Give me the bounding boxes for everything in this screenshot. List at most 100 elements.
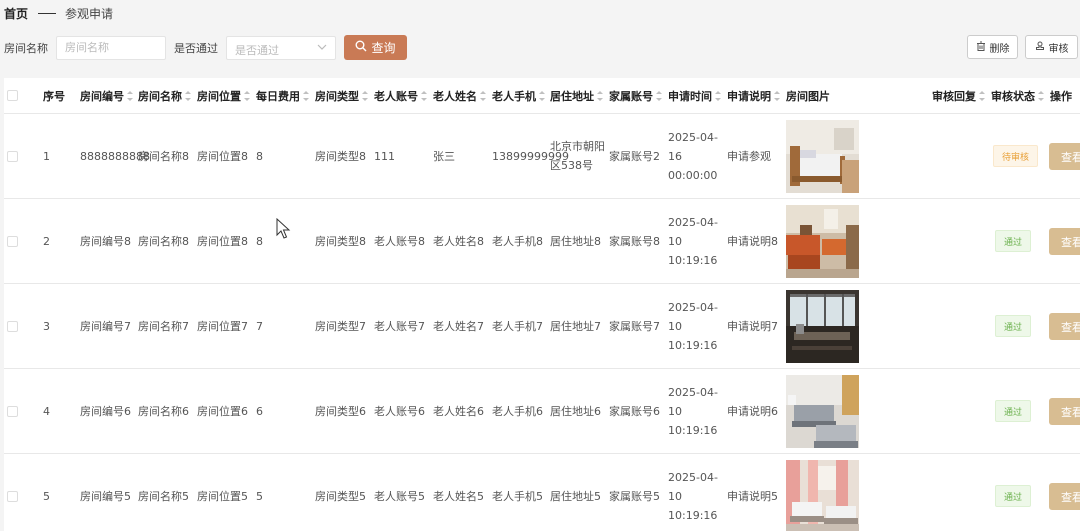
- table-row[interactable]: 1 8888888888 房间名称8 房间位置8 8 房间类型8 111 张三 13899999…: [4, 114, 1080, 199]
- sort-icon[interactable]: [715, 90, 721, 101]
- cell-audit-reply: [932, 114, 988, 198]
- search-bar: 房间名称 是否通过 是否通过 查询: [4, 35, 407, 60]
- sort-icon[interactable]: [127, 90, 133, 101]
- header-room-location[interactable]: 房间位置: [197, 78, 250, 113]
- view-button[interactable]: 查看: [1049, 228, 1080, 255]
- sort-icon[interactable]: [774, 90, 780, 101]
- cell-family-account: 家属账号5: [609, 490, 660, 503]
- room-photo[interactable]: [786, 374, 859, 448]
- pass-select-placeholder: 是否通过: [235, 43, 279, 57]
- room-photo[interactable]: [786, 459, 859, 531]
- cell-elder-account: 111: [374, 149, 395, 163]
- row-checkbox[interactable]: [7, 150, 18, 162]
- cell-audit-status: 通过: [995, 199, 1032, 283]
- cell-apply-note: 申请说明5: [727, 490, 778, 503]
- cell-daily-fee: 7: [256, 319, 263, 333]
- sort-icon[interactable]: [656, 90, 662, 101]
- cell-apply-note: 申请参观: [727, 150, 771, 163]
- cell-room-no: 房间编号5: [80, 489, 131, 503]
- search-icon: [355, 40, 371, 55]
- cell-room-location: 房间位置8: [197, 150, 248, 163]
- room-name-input[interactable]: [56, 35, 166, 60]
- sort-icon[interactable]: [421, 90, 427, 101]
- cell-room-type: 房间类型6: [315, 405, 366, 418]
- header-room-type[interactable]: 房间类型: [315, 78, 368, 113]
- breadcrumb-current: 参观申请: [65, 6, 114, 21]
- table-row[interactable]: 5 房间编号5 房间名称5 房间位置5 5 房间类型5 老人账号5 老人姓名5 老人手机5 居住地…: [4, 454, 1080, 531]
- sort-icon[interactable]: [597, 90, 603, 101]
- audit-button-label: 审核: [1048, 43, 1069, 55]
- cell-room-image: [786, 284, 859, 368]
- audit-button[interactable]: 审核: [1025, 35, 1078, 59]
- cell-room-type: 房间类型5: [315, 490, 366, 503]
- cell-room-name: 房间名称7: [138, 320, 189, 333]
- header-daily-fee[interactable]: 每日费用: [256, 78, 309, 113]
- header-elder-account[interactable]: 老人账号: [374, 78, 427, 113]
- cell-apply-time: 2025-04-16 00:00:00: [668, 130, 718, 182]
- row-checkbox[interactable]: [7, 405, 18, 417]
- cell-family-account: 家属账号8: [609, 235, 660, 248]
- cell-daily-fee: 5: [256, 489, 263, 503]
- cell-room-image: [786, 199, 859, 283]
- cell-family-account: 家属账号6: [609, 405, 660, 418]
- cell-daily-fee: 8: [256, 234, 263, 248]
- cell-family-account: 家属账号2: [609, 150, 660, 163]
- table-row[interactable]: 3 房间编号7 房间名称7 房间位置7 7 房间类型7 老人账号7 老人姓名7 老人手机7 居住地…: [4, 284, 1080, 369]
- header-address[interactable]: 居住地址: [550, 78, 603, 113]
- header-room-image: 房间图片: [786, 89, 830, 103]
- room-photo[interactable]: [786, 119, 859, 193]
- header-elder-phone[interactable]: 老人手机: [492, 78, 545, 113]
- sort-icon[interactable]: [244, 90, 250, 101]
- cell-apply-note: 申请说明8: [727, 235, 778, 248]
- delete-button[interactable]: 删除: [967, 35, 1018, 59]
- cell-daily-fee: 8: [256, 149, 263, 163]
- cell-room-no: 房间编号7: [80, 319, 131, 333]
- header-apply-note[interactable]: 申请说明: [727, 78, 780, 113]
- header-audit-status[interactable]: 审核状态: [991, 78, 1044, 113]
- header-apply-time[interactable]: 申请时间: [668, 78, 721, 113]
- view-button[interactable]: 查看: [1049, 483, 1080, 510]
- query-button[interactable]: 查询: [344, 35, 407, 60]
- row-checkbox[interactable]: [7, 490, 18, 502]
- cell-audit-status: 通过: [995, 369, 1032, 453]
- header-audit-reply[interactable]: 审核回复: [932, 78, 985, 113]
- sort-icon[interactable]: [979, 90, 985, 101]
- pass-select[interactable]: 是否通过: [226, 35, 336, 60]
- row-select-cell: [7, 199, 18, 283]
- table-row[interactable]: 2 房间编号8 房间名称8 房间位置8 8 房间类型8 老人账号8 老人姓名8 老人手机8 居住地…: [4, 199, 1080, 284]
- view-button[interactable]: 查看: [1049, 398, 1080, 425]
- row-checkbox[interactable]: [7, 235, 18, 247]
- row-checkbox[interactable]: [7, 320, 18, 332]
- header-room-no[interactable]: 房间编号: [80, 78, 133, 113]
- status-badge: 通过: [995, 485, 1032, 507]
- header-room-name[interactable]: 房间名称: [138, 78, 191, 113]
- sort-icon[interactable]: [362, 90, 368, 101]
- cell-apply-note: 申请说明7: [727, 320, 778, 333]
- sort-icon[interactable]: [303, 90, 309, 101]
- status-badge: 通过: [995, 400, 1032, 422]
- header-family-account[interactable]: 家属账号: [609, 78, 662, 113]
- cell-room-location: 房间位置8: [197, 235, 248, 248]
- status-badge: 通过: [995, 230, 1032, 252]
- breadcrumb-home[interactable]: 首页: [4, 5, 28, 22]
- cell-audit-reply: [932, 199, 988, 283]
- sort-icon[interactable]: [539, 90, 545, 101]
- cell-room-name: 房间名称5: [138, 490, 189, 503]
- cell-audit-status: 待审核: [993, 114, 1039, 198]
- chevron-down-icon: [317, 40, 327, 57]
- header-elder-name[interactable]: 老人姓名: [433, 78, 486, 113]
- select-all-checkbox[interactable]: [7, 90, 18, 101]
- room-photo[interactable]: [786, 204, 859, 278]
- view-button[interactable]: 查看: [1049, 143, 1080, 170]
- cell-elder-name: 老人姓名7: [433, 320, 484, 333]
- sort-icon[interactable]: [480, 90, 486, 101]
- cell-address: 居住地址8: [550, 234, 601, 248]
- room-photo[interactable]: [786, 289, 859, 363]
- pass-label: 是否通过: [174, 41, 218, 55]
- sort-icon[interactable]: [185, 90, 191, 101]
- sort-icon[interactable]: [1038, 90, 1044, 101]
- table-row[interactable]: 4 房间编号6 房间名称6 房间位置6 6 房间类型6 老人账号6 老人姓名6 老人手机6 居住地…: [4, 369, 1080, 454]
- cell-address: 居住地址7: [550, 319, 601, 333]
- breadcrumb: 首页 参观申请: [4, 4, 113, 22]
- view-button[interactable]: 查看: [1049, 313, 1080, 340]
